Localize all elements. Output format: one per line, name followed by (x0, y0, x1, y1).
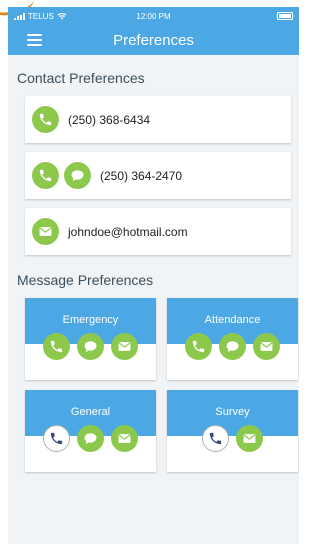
message-pref-grid: Emergency Attendance General Survey (25, 298, 299, 472)
chat-bubble-icon[interactable] (219, 333, 246, 360)
pref-card-icons (25, 333, 156, 360)
pref-card-label: General (70, 406, 111, 418)
mail-icon[interactable] (32, 218, 59, 245)
contact-value: (250) 364-2470 (100, 168, 183, 183)
pref-card-general[interactable]: General (25, 390, 156, 472)
contact-list: (250) 368-6434 (250) 364-2470 johndoe@hotm… (8, 96, 299, 255)
pref-card-label: Survey (215, 406, 250, 418)
menu-icon[interactable] (27, 34, 42, 46)
nav-bar: Preferences (8, 25, 299, 55)
pref-card-survey[interactable]: Survey (167, 390, 298, 472)
phone-icon[interactable] (43, 425, 70, 452)
phone-icon[interactable] (32, 162, 59, 189)
pref-card-icons (25, 425, 156, 452)
contact-card[interactable]: johndoe@hotmail.com (25, 208, 291, 255)
wifi-icon (57, 13, 67, 20)
status-bar: TELUS 12:00 PM (8, 7, 299, 25)
pref-card-label: Emergency (62, 314, 119, 326)
pref-card-attendance[interactable]: Attendance (167, 298, 298, 380)
signal-icon (14, 12, 25, 20)
contact-card[interactable]: (250) 368-6434 (25, 96, 291, 143)
mail-icon[interactable] (111, 425, 138, 452)
pref-card-emergency[interactable]: Emergency (25, 298, 156, 380)
pref-card-label: Attendance (204, 314, 261, 326)
mail-icon[interactable] (236, 425, 263, 452)
pref-card-icons (167, 425, 298, 452)
chat-bubble-icon[interactable] (77, 333, 104, 360)
chat-bubble-icon[interactable] (64, 162, 91, 189)
chat-bubble-icon[interactable] (77, 425, 104, 452)
contact-value: (250) 368-6434 (68, 112, 151, 127)
message-section-title: Message Preferences (17, 272, 154, 288)
page-title: Preferences (113, 31, 194, 49)
phone-icon[interactable] (185, 333, 212, 360)
contact-value: johndoe@hotmail.com (68, 224, 188, 239)
phone-icon[interactable] (32, 106, 59, 133)
carrier-name: TELUS (28, 11, 54, 21)
app-screen: TELUS 12:00 PM Preferences Contact Prefe… (8, 7, 299, 544)
mail-icon[interactable] (253, 333, 280, 360)
status-left: TELUS (14, 12, 67, 21)
mail-icon[interactable] (111, 333, 138, 360)
phone-icon[interactable] (43, 333, 70, 360)
contact-card[interactable]: (250) 364-2470 (25, 152, 291, 199)
battery-icon (277, 12, 293, 20)
pref-card-icons (167, 333, 298, 360)
contact-section-title: Contact Preferences (17, 70, 145, 86)
phone-icon[interactable] (202, 425, 229, 452)
